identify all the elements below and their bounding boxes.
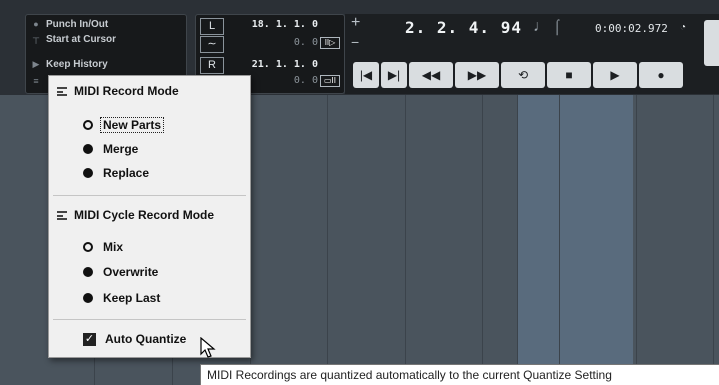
radio-empty-icon bbox=[83, 242, 93, 252]
secondary-time-display[interactable]: 0:00:02.972 bbox=[595, 22, 668, 35]
cycle-range-highlight bbox=[517, 95, 633, 385]
punch-wave-icon[interactable]: ∼ bbox=[200, 36, 224, 53]
grid-line bbox=[559, 95, 560, 385]
go-to-start-icon: |◀ bbox=[359, 68, 373, 82]
left-locator-subvalue[interactable]: 0. 0 bbox=[294, 37, 318, 48]
fast-forward-icon: ▶▶ bbox=[467, 68, 487, 82]
cycle-button[interactable]: ⟲ bbox=[501, 62, 545, 88]
radio-filled-icon bbox=[83, 144, 93, 154]
rewind-button[interactable]: ◀◀ bbox=[409, 62, 453, 88]
start-at-cursor-option[interactable]: Start at Cursor bbox=[46, 34, 116, 45]
transport-buttons: |◀ ▶| ◀◀ ▶▶ ⟲ ■ ▶ ● bbox=[353, 62, 683, 90]
overwrite-option[interactable]: Overwrite bbox=[83, 265, 158, 279]
left-locator-value[interactable]: 18. 1. 1. 0 bbox=[252, 19, 318, 30]
midi-cycle-record-mode-heading: MIDI Cycle Record Mode bbox=[57, 208, 214, 222]
play-button[interactable]: ▶ bbox=[593, 62, 637, 88]
nudge-plus-icon[interactable]: + bbox=[351, 14, 360, 32]
menu-lines-icon bbox=[57, 211, 67, 221]
nudge-minus-icon[interactable]: − bbox=[351, 34, 359, 50]
mix-option[interactable]: Mix bbox=[83, 240, 123, 254]
replace-option[interactable]: Replace bbox=[83, 166, 149, 180]
go-to-end-icon: ▶| bbox=[387, 68, 401, 82]
keep-last-option[interactable]: Keep Last bbox=[83, 291, 160, 305]
menu-separator bbox=[53, 319, 246, 320]
play-icon: ▶ bbox=[610, 68, 620, 82]
grid-line bbox=[327, 95, 328, 385]
radio-filled-icon bbox=[83, 267, 93, 277]
grid-line bbox=[517, 95, 518, 385]
auto-quantize-option[interactable]: ✓ Auto Quantize bbox=[83, 332, 186, 346]
pre-roll-icon[interactable]: II▷ bbox=[320, 37, 340, 49]
record-mode-menu: MIDI Record Mode New Parts Merge Replace… bbox=[48, 75, 251, 358]
menu-separator bbox=[53, 195, 246, 196]
primary-time-display[interactable]: 2. 2. 4. 94 bbox=[405, 18, 522, 37]
position-display: + − 2. 2. 4. 94 ♩ ⌠ 0:00:02.972 ◔ |◀ ▶| … bbox=[345, 14, 719, 94]
record-button[interactable]: ● bbox=[639, 62, 683, 88]
right-locator-button[interactable]: R bbox=[200, 57, 224, 74]
mouse-cursor-icon bbox=[200, 337, 216, 358]
clock-icon[interactable]: ◔ bbox=[680, 22, 686, 33]
grid-line bbox=[405, 95, 406, 385]
note-icon[interactable]: ♩ bbox=[533, 18, 549, 36]
radio-empty-icon bbox=[83, 120, 93, 130]
keep-history-option[interactable]: Keep History bbox=[46, 59, 108, 70]
go-to-start-button[interactable]: |◀ bbox=[353, 62, 379, 88]
extra-panel-edge[interactable] bbox=[704, 20, 719, 66]
rewind-icon: ◀◀ bbox=[421, 68, 441, 82]
fast-forward-button[interactable]: ▶▶ bbox=[455, 62, 499, 88]
merge-option[interactable]: Merge bbox=[83, 142, 138, 156]
grid-line bbox=[482, 95, 483, 385]
stop-button[interactable]: ■ bbox=[547, 62, 591, 88]
checkbox-checked-icon[interactable]: ✓ bbox=[83, 332, 96, 346]
post-roll-icon[interactable]: ▭II bbox=[320, 75, 340, 87]
marker-icon[interactable]: ⌠ bbox=[553, 18, 561, 34]
cycle-icon: ⟲ bbox=[517, 68, 529, 82]
auto-quantize-tooltip: MIDI Recordings are quantized automatica… bbox=[200, 364, 719, 385]
dot-icon: ● bbox=[33, 19, 39, 29]
right-locator-value[interactable]: 21. 1. 1. 0 bbox=[252, 59, 318, 70]
stop-icon: ■ bbox=[565, 68, 573, 82]
right-locator-subvalue[interactable]: 0. 0 bbox=[294, 75, 318, 86]
radio-filled-icon bbox=[83, 293, 93, 303]
menu-lines-icon bbox=[57, 87, 67, 97]
go-to-end-button[interactable]: ▶| bbox=[381, 62, 407, 88]
left-locator-button[interactable]: L bbox=[200, 18, 224, 35]
grid-line bbox=[713, 95, 714, 385]
lines-icon: ≡ bbox=[33, 76, 39, 86]
midi-record-mode-heading: MIDI Record Mode bbox=[57, 84, 179, 98]
grid-line bbox=[636, 95, 637, 385]
record-icon: ● bbox=[657, 68, 665, 82]
punch-in-out-option[interactable]: Punch In/Out bbox=[46, 19, 108, 30]
radio-filled-icon bbox=[83, 168, 93, 178]
play-icon: ▶ bbox=[32, 59, 40, 69]
new-parts-option[interactable]: New Parts bbox=[83, 117, 165, 133]
arrow-down-icon: ⊤ bbox=[32, 36, 40, 46]
